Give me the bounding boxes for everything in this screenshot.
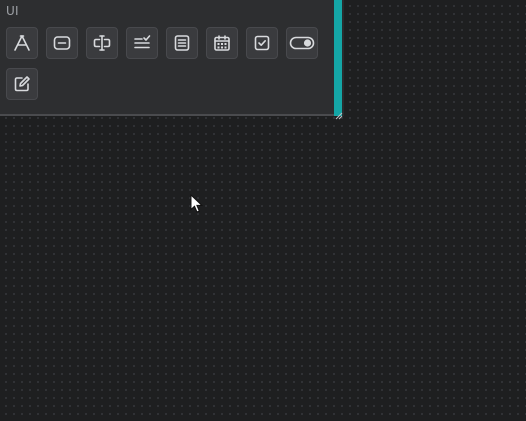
panel-accent-bar <box>334 0 342 116</box>
list-check-icon <box>132 33 152 53</box>
button-tool-button[interactable] <box>46 27 78 59</box>
toggle-switch-icon <box>289 33 315 53</box>
date-picker-tool-button[interactable] <box>206 27 238 59</box>
calendar-icon <box>212 33 232 53</box>
text-lines-box-icon <box>172 33 192 53</box>
ui-components-panel: UI <box>0 0 334 116</box>
checkbox-tool-button[interactable] <box>246 27 278 59</box>
text-cursor-input-icon <box>92 33 112 53</box>
dropdown-tool-button[interactable] <box>126 27 158 59</box>
textarea-tool-button[interactable] <box>166 27 198 59</box>
toggle-tool-button[interactable] <box>286 27 318 59</box>
mouse-cursor-icon <box>190 193 204 214</box>
resize-grip-icon[interactable] <box>333 105 343 120</box>
pencil-square-icon <box>12 74 32 94</box>
text-tool-button[interactable] <box>6 27 38 59</box>
text-a-icon <box>12 33 32 53</box>
edit-tool-button[interactable] <box>6 68 38 100</box>
section-label-ui: UI <box>6 4 19 18</box>
checkbox-checked-icon <box>252 33 272 53</box>
text-input-tool-button[interactable] <box>86 27 118 59</box>
panel-accent-edge <box>342 0 344 116</box>
button-rect-icon <box>52 33 72 53</box>
